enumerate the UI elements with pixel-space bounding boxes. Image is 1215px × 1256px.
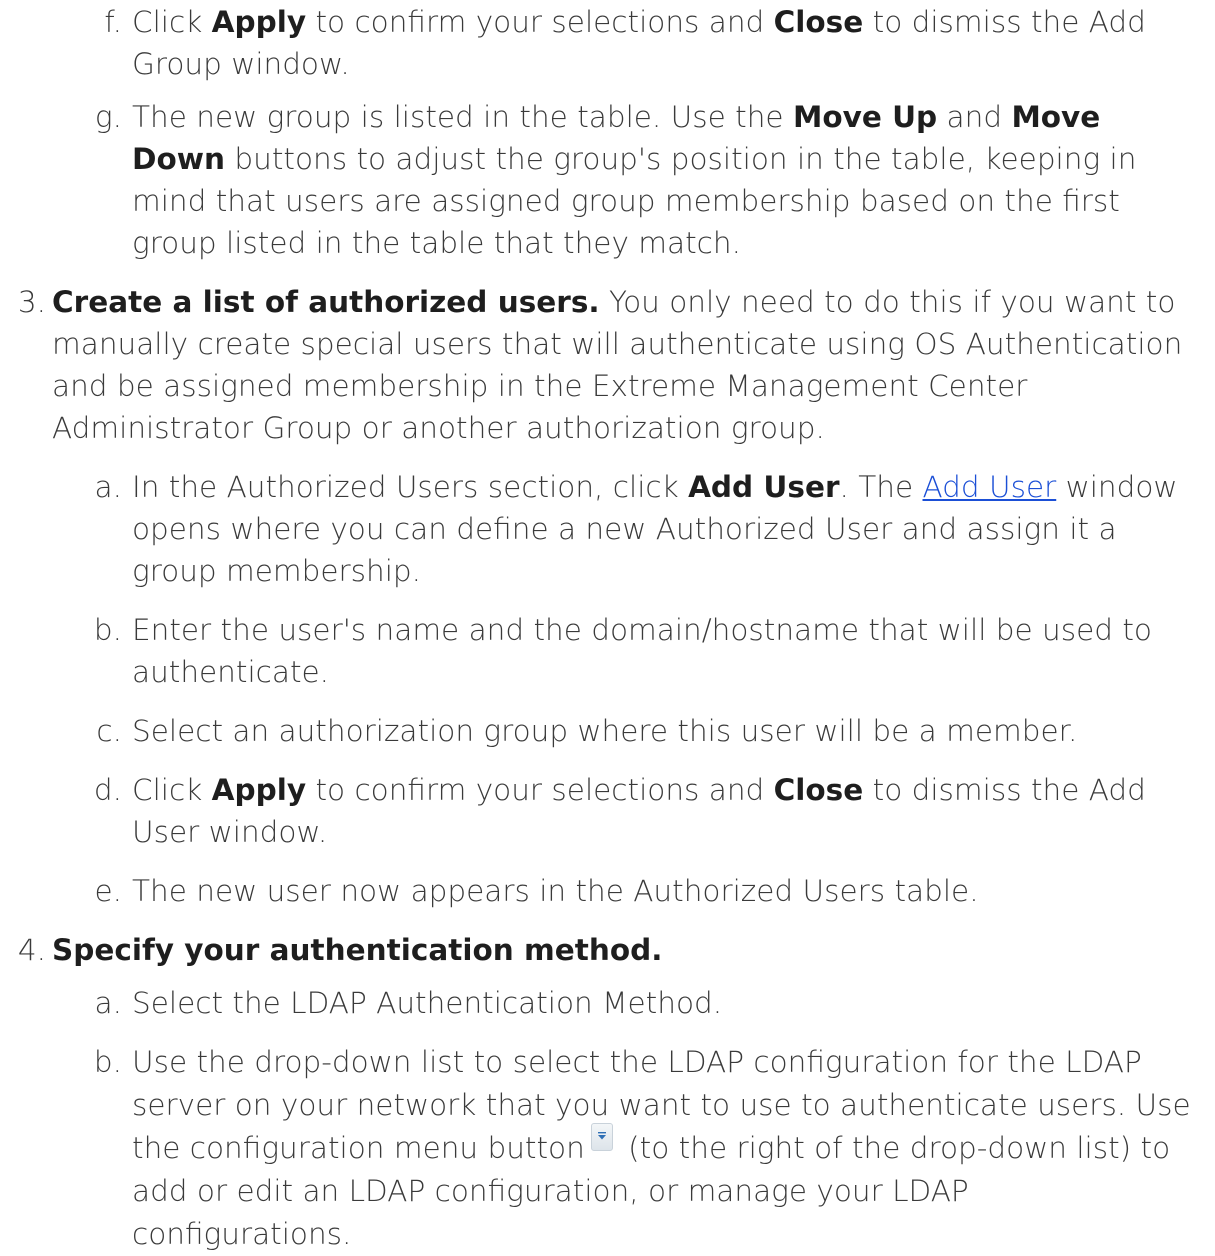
- list-marker: b.: [93, 1045, 122, 1079]
- list-marker: e.: [94, 874, 122, 908]
- list-marker: g.: [94, 100, 122, 134]
- step-heading: Specify your authentication method.: [52, 933, 663, 967]
- close-label: Close: [773, 5, 864, 39]
- apply-label: Apply: [211, 773, 307, 807]
- list-item-text: Enter the user's name and the domain/hos…: [132, 613, 1152, 689]
- list-item-text: In the Authorized Users section, click A…: [132, 470, 1178, 588]
- apply-label: Apply: [211, 5, 307, 39]
- list-item-3b: b. Enter the user's name and the domain/…: [0, 609, 1195, 693]
- list-item-text: The new user now appears in the Authoriz…: [132, 874, 979, 908]
- list-item-text: Create a list of authorized users. You o…: [52, 285, 1183, 445]
- close-label: Close: [773, 773, 864, 807]
- list-item-3c: c. Select an authorization group where t…: [0, 710, 1195, 752]
- list-item-step-3: 3. Create a list of authorized users. Yo…: [0, 281, 1199, 449]
- list-item-text: The new group is listed in the table. Us…: [132, 100, 1137, 260]
- step-heading: Create a list of authorized users.: [52, 285, 600, 319]
- list-item-2f: f. Click Apply to confirm your selection…: [0, 1, 1195, 85]
- list-marker: a.: [94, 470, 122, 504]
- add-user-link[interactable]: Add User: [923, 470, 1057, 504]
- move-up-label: Move Up: [792, 100, 938, 134]
- list-item-text: Specify your authentication method.: [52, 929, 1199, 971]
- list-item-3e: e. The new user now appears in the Autho…: [0, 870, 1195, 912]
- list-marker: 4.: [17, 933, 46, 967]
- list-marker: f.: [104, 5, 122, 39]
- list-item-text: Select the LDAP Authentication Method.: [132, 986, 723, 1020]
- list-marker: b.: [93, 613, 122, 647]
- list-item-2g: g. The new group is listed in the table.…: [0, 96, 1195, 264]
- list-item-text: Use the drop-down list to select the LDA…: [132, 1045, 1191, 1251]
- document-page: f. Click Apply to confirm your selection…: [0, 1, 1215, 1251]
- list-item-text: Click Apply to confirm your selections a…: [132, 5, 1146, 81]
- list-item-step-4: 4. Specify your authentication method.: [0, 929, 1199, 971]
- add-user-label: Add User: [688, 470, 840, 504]
- list-item-4b: b. Use the drop-down list to select the …: [0, 1041, 1195, 1256]
- list-marker: a.: [94, 986, 122, 1020]
- list-item-text: Select an authorization group where this…: [132, 714, 1078, 748]
- list-marker: d.: [93, 773, 122, 807]
- dropdown-arrow-icon: [590, 1123, 613, 1151]
- list-marker: c.: [96, 714, 122, 748]
- list-item-4a: a. Select the LDAP Authentication Method…: [0, 982, 1195, 1024]
- list-item-3d: d. Click Apply to confirm your selection…: [0, 769, 1195, 853]
- list-marker: 3.: [17, 285, 46, 319]
- list-item-3a: a. In the Authorized Users section, clic…: [0, 466, 1195, 592]
- list-item-text: Click Apply to confirm your selections a…: [132, 773, 1146, 849]
